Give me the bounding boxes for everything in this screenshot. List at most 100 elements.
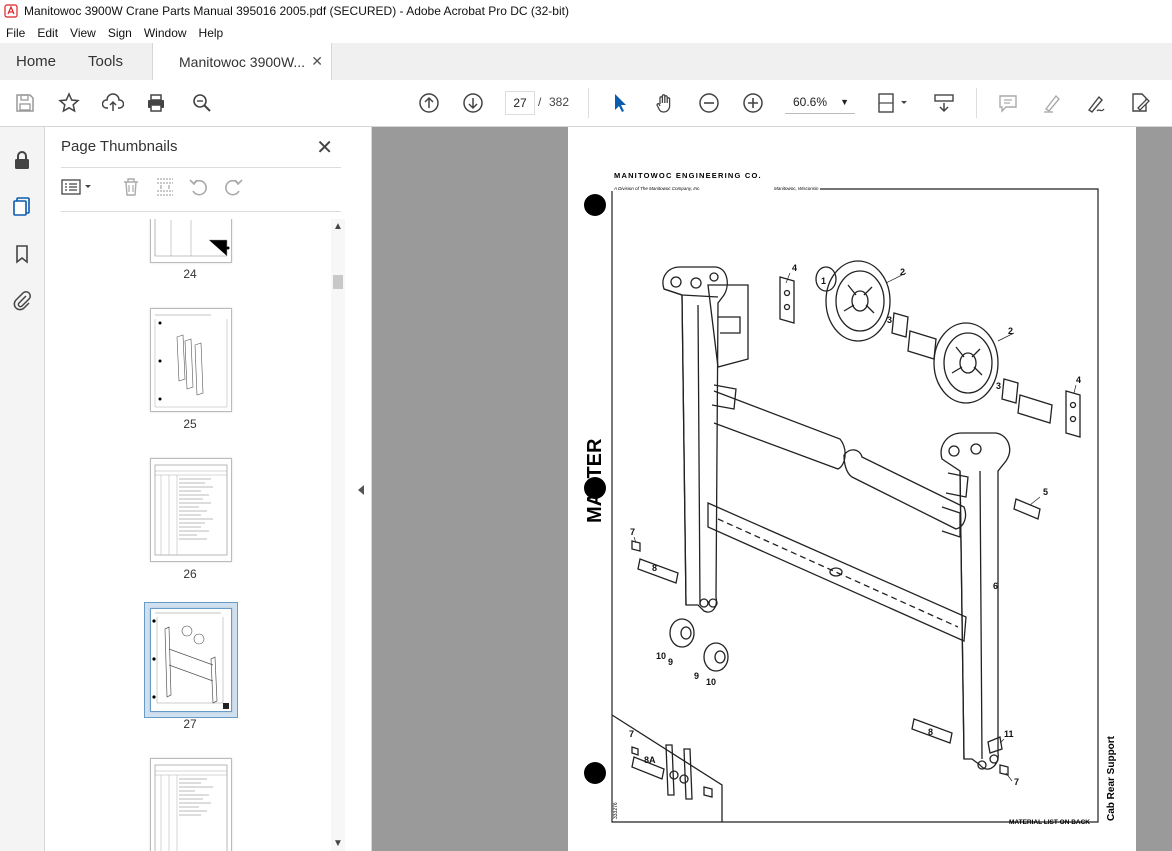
callout: 9 [694,671,699,681]
thumbnail-list: 24 25 26 27 [45,219,335,851]
lock-icon[interactable] [11,149,33,171]
page-count: 382 [549,95,570,109]
thumbnail-label: 27 [183,717,197,731]
scrollbar-thumb[interactable] [333,275,343,289]
highlight-pen-icon[interactable] [1040,91,1064,115]
bookmark-icon[interactable] [11,243,33,265]
chevron-down-icon: ▼ [840,97,849,107]
callout: 8A [644,755,656,765]
zoom-level-select[interactable]: 60.6% ▼ [785,91,855,114]
save-icon[interactable] [13,91,37,115]
select-cursor-icon[interactable] [608,91,632,115]
rotate-right-icon[interactable] [221,175,245,199]
thumbnail-page-24[interactable] [150,219,232,263]
page-thumbnails-panel: Page Thumbnails ✕ 24 25 26 27 ▲ ▼ [45,127,354,851]
binder-hole [584,762,606,784]
next-page-icon[interactable] [461,91,485,115]
master-stamp: MASTER [584,438,606,523]
close-tab-icon[interactable]: ✕ [311,53,323,70]
window-title: Manitowoc 3900W Crane Parts Manual 39501… [24,4,569,18]
acrobat-icon [4,4,18,18]
document-viewer[interactable]: MANITOWOC ENGINEERING CO. A Division of … [372,127,1172,851]
footer-note: MATERIAL LIST ON BACK [1009,819,1090,826]
previous-page-icon[interactable] [417,91,441,115]
thumbnail-page-27[interactable] [150,608,232,712]
menu-file[interactable]: File [0,26,31,40]
menu-edit[interactable]: Edit [31,26,64,40]
hand-tool-icon[interactable] [653,91,677,115]
company-name: MANITOWOC ENGINEERING CO. [614,171,762,180]
callout: 3 [887,315,892,325]
zoom-in-icon[interactable] [741,91,765,115]
panel-divider [61,211,341,212]
panel-collapse-strip[interactable] [353,127,372,851]
callout: 10 [656,651,666,661]
print-icon[interactable] [144,91,168,115]
scroll-up-icon[interactable]: ▲ [333,221,343,232]
upload-icon[interactable] [101,91,125,115]
callout: 5 [1043,487,1048,497]
close-icon[interactable]: ✕ [316,135,333,160]
callout: 7 [1014,777,1019,787]
pdf-page: MANITOWOC ENGINEERING CO. A Division of … [568,127,1136,851]
tab-tools[interactable]: Tools [88,43,123,80]
parts-drawing: MANITOWOC ENGINEERING CO. A Division of … [584,171,1117,826]
tab-document-label: Manitowoc 3900W... [179,54,306,70]
title-bar: Manitowoc 3900W Crane Parts Manual 39501… [0,0,1172,22]
page-thumbnails-icon[interactable] [11,195,33,217]
collapse-arrow-icon[interactable] [358,485,364,495]
main-toolbar: 27 / 382 60.6% ▼ [0,80,1172,127]
left-rail [0,127,45,851]
thumbnail-scrollbar[interactable]: ▲ ▼ [331,219,345,851]
attachment-icon[interactable] [11,289,33,311]
callout: 7 [630,527,635,537]
callout: 10 [706,677,716,687]
callout: 7 [629,729,634,739]
thumbnail-label: 26 [183,567,197,581]
menu-sign[interactable]: Sign [102,26,138,40]
scrolling-mode-icon[interactable] [932,91,956,115]
bookmark-star-icon[interactable] [57,91,81,115]
toolbar-divider [976,88,977,118]
menu-window[interactable]: Window [138,26,193,40]
zoom-level-value: 60.6% [793,95,828,109]
part-title: Cab Rear Support [1106,735,1117,821]
scroll-down-icon[interactable]: ▼ [333,838,343,849]
callout: 9 [668,657,673,667]
panel-title: Page Thumbnails [61,138,178,155]
callout: 11 [1004,729,1014,739]
thumbnail-label: 25 [183,417,197,431]
callout: 8 [652,563,657,573]
zoom-search-icon[interactable] [190,91,214,115]
binder-hole [584,194,606,216]
thumbnail-page-28[interactable] [150,758,232,851]
thumbnail-page-26[interactable] [150,458,232,562]
sign-pen-icon[interactable] [1084,91,1108,115]
thumbnail-options-icon[interactable] [61,175,95,199]
drawing-number: 333276 [613,802,619,819]
callout: 6 [993,581,998,591]
callout: 1 [821,276,826,286]
toolbar-divider [588,88,589,118]
menu-bar: File Edit View Sign Window Help [0,22,1172,43]
page-separator: / [538,95,542,109]
comment-icon[interactable] [996,91,1020,115]
panel-divider [61,167,341,168]
thumbnail-page-25[interactable] [150,308,232,412]
tab-document[interactable]: Manitowoc 3900W... ✕ [152,43,332,81]
callout: 4 [1076,375,1081,385]
fit-page-icon[interactable] [876,91,912,115]
rotate-left-icon[interactable] [187,175,211,199]
extract-pages-icon[interactable] [153,175,177,199]
edit-pdf-icon[interactable] [1128,91,1152,115]
page-number-input[interactable]: 27 [505,91,535,115]
tab-home[interactable]: Home [16,43,56,80]
tab-bar: Home Tools Manitowoc 3900W... ✕ [0,43,1172,81]
thumbnail-label: 24 [183,267,197,281]
delete-icon[interactable] [119,175,143,199]
callout: 8 [928,727,933,737]
zoom-out-icon[interactable] [697,91,721,115]
menu-view[interactable]: View [64,26,102,40]
menu-help[interactable]: Help [193,26,230,40]
callout: 4 [792,263,797,273]
